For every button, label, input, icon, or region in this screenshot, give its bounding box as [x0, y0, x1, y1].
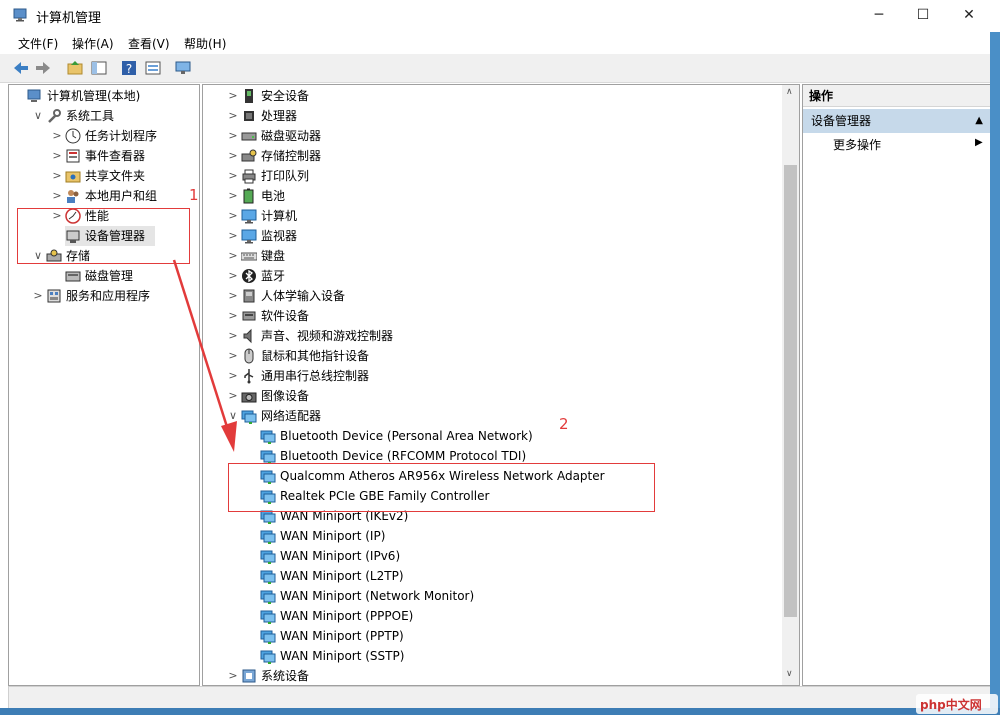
watermark: php中文网 — [916, 694, 998, 714]
annotation-arrow — [172, 259, 237, 452]
watermark-text: php中文网 — [920, 698, 982, 712]
